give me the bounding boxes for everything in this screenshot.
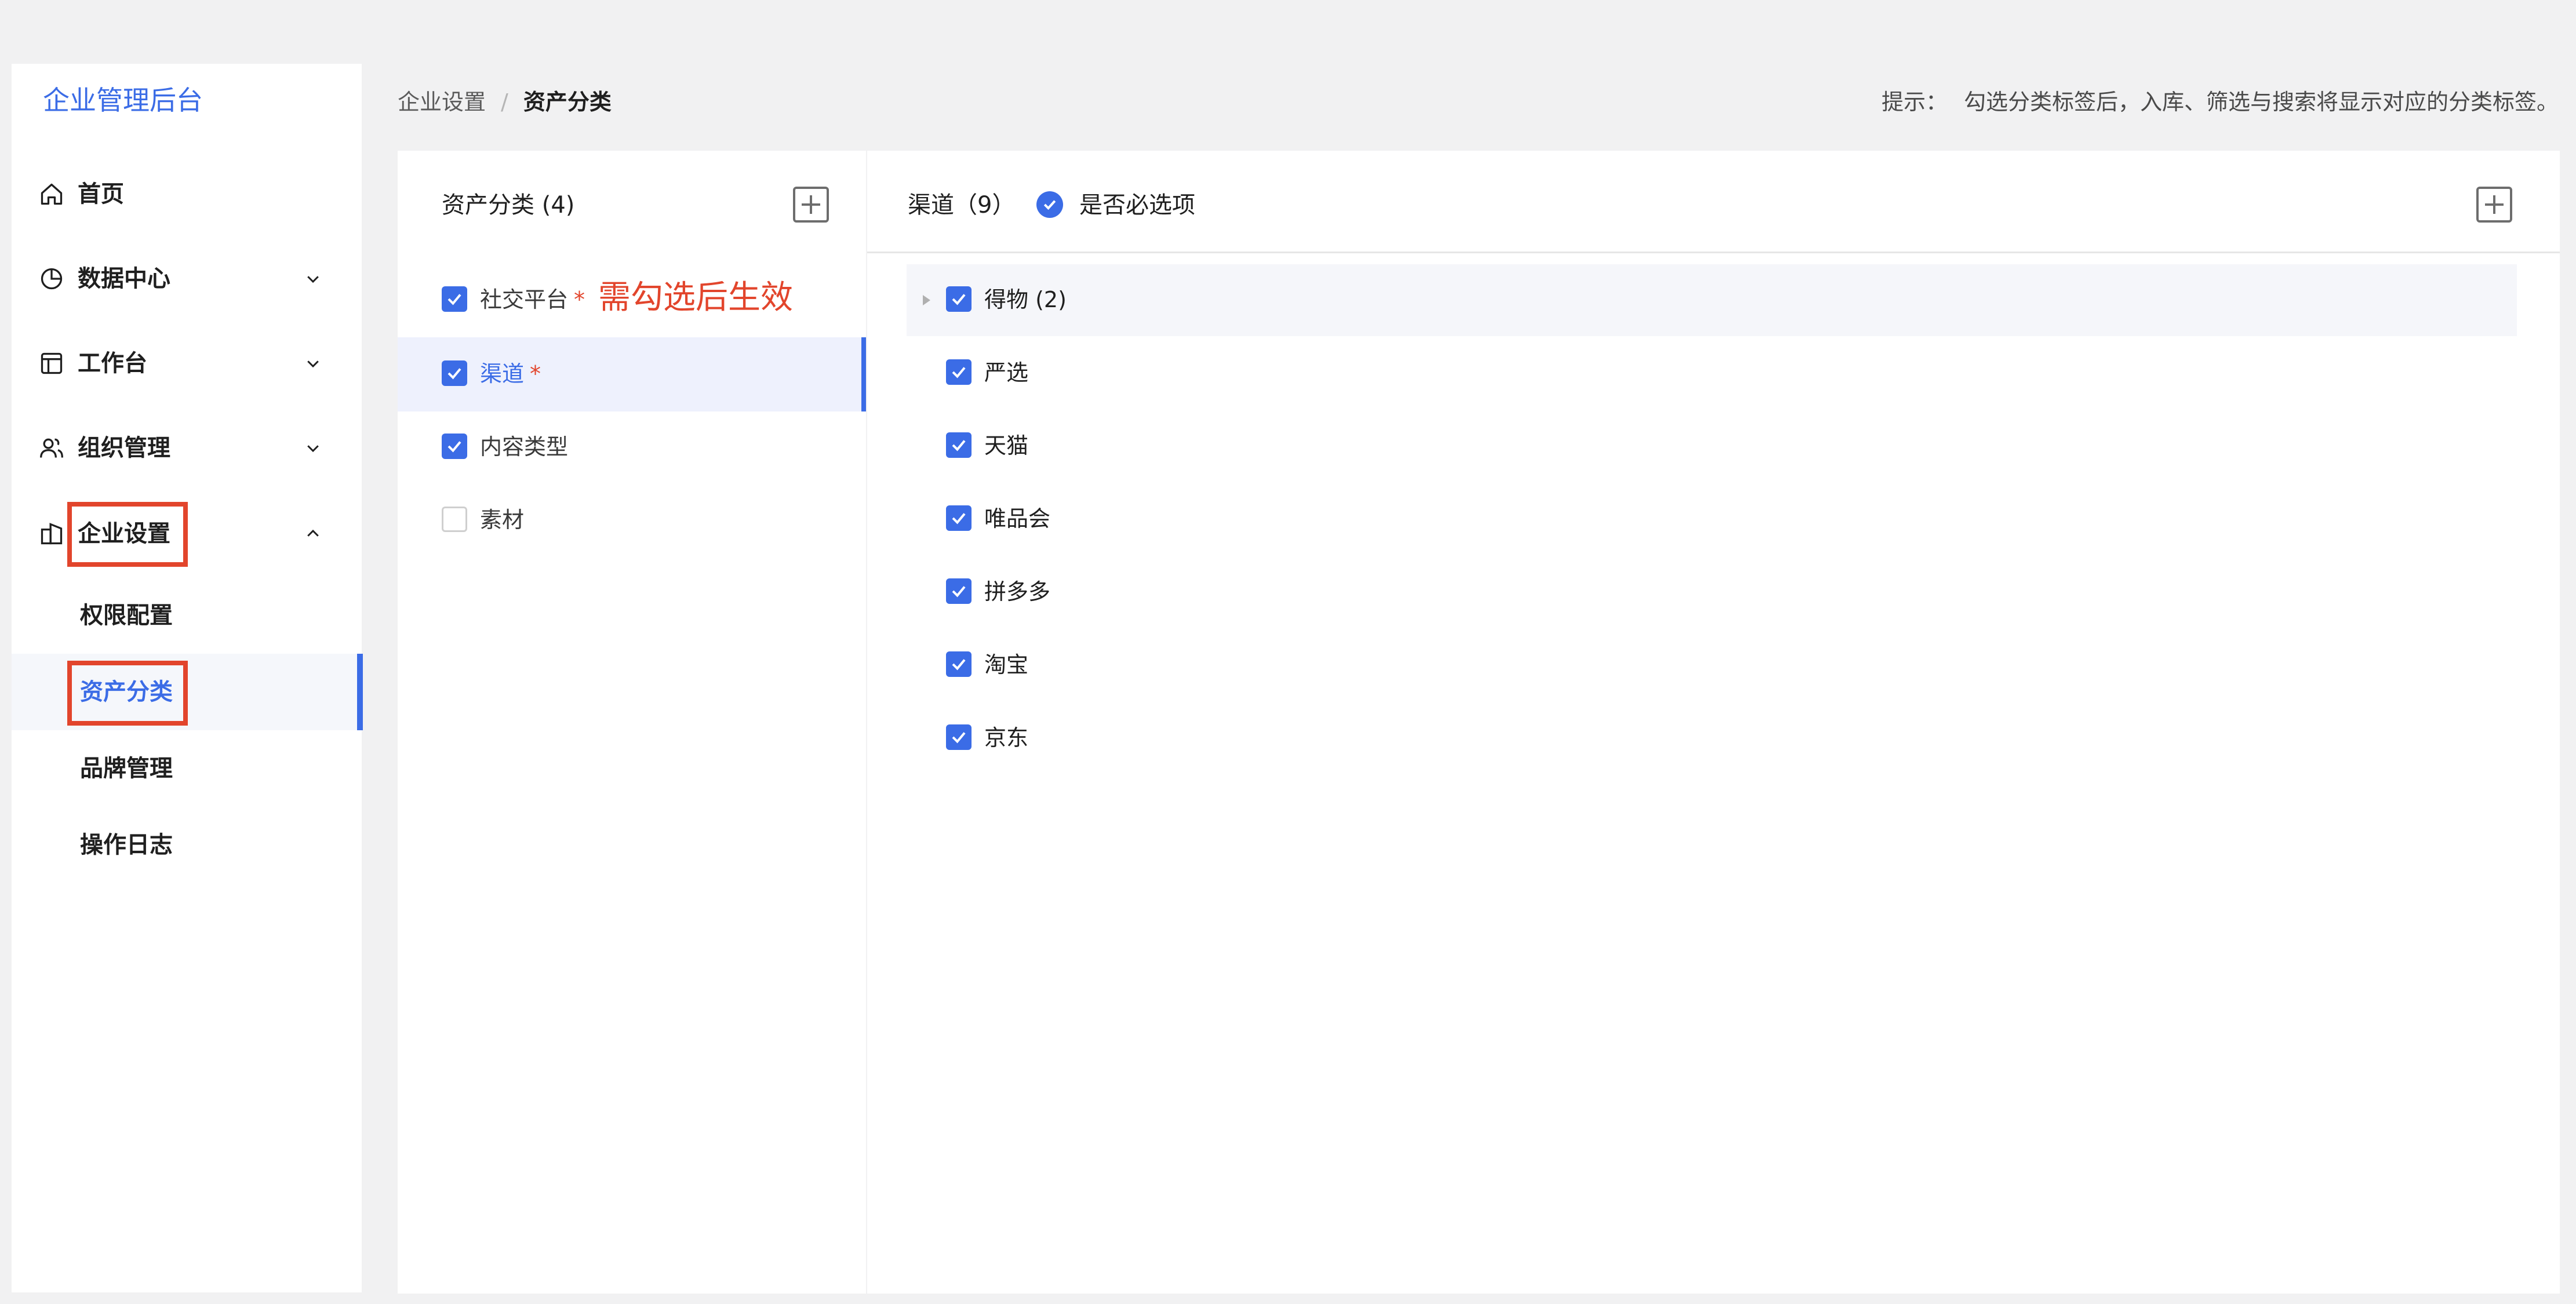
chevron-down-icon[interactable] [301,267,325,290]
sub-item-brand-management[interactable]: 品牌管理 [12,730,362,807]
channel-label-jd[interactable]: 京东 [984,727,1028,749]
sidebar: 企业管理后台 首页 数据中心 工作台 组织管理 企业设置 权限配置 资产分类 品… [12,64,363,1292]
breadcrumb-item-asset-category: 资产分类 [523,89,612,115]
required-toggle-label[interactable]: 是否必选项 [1079,194,1195,217]
category-name-social: 社交平台 [480,287,569,312]
category-name-channel: 渠道 [480,361,525,387]
nav-label-organization: 组织管理 [78,435,170,461]
channel-label-taobao[interactable]: 淘宝 [984,654,1028,676]
category-label-social[interactable]: 社交平台 * [480,289,585,311]
category-label-channel[interactable]: 渠道 * [480,363,541,385]
nav-item-home[interactable]: 首页 [12,162,362,226]
brand-title: 企业管理后台 [43,85,203,116]
nav-label-home: 首页 [78,181,124,207]
category-label-content-type[interactable]: 内容类型 [480,436,568,458]
workbench-icon [37,349,66,378]
hint-text: 提示： 勾选分类标签后，入库、筛选与搜索将显示对应的分类标签。 [1882,91,2559,113]
tree-row-dewu[interactable] [907,264,2517,336]
sub-item-permissions[interactable]: 权限配置 [12,577,362,654]
chevron-down-icon[interactable] [301,436,325,460]
required-toggle-check-icon[interactable] [1036,191,1063,218]
channel-checkbox-pinduoduo[interactable] [946,578,972,604]
sub-item-operation-log[interactable]: 操作日志 [12,807,362,883]
sub-label-permissions: 权限配置 [80,602,173,629]
annotation-note: 需勾选后生效 [598,279,793,316]
nav-item-data-center[interactable]: 数据中心 [12,247,362,311]
hint-message: 勾选分类标签后，入库、筛选与搜索将显示对应的分类标签。 [1963,89,2559,115]
channel-checkbox-tmall[interactable] [946,432,972,458]
nav-item-organization[interactable]: 组织管理 [12,416,362,480]
panel-divider [867,252,2560,253]
channel-panel: 渠道（9） 是否必选项 得物 (2) 严选 天猫 唯品会 拼多多 淘宝 京东 [867,151,2560,1294]
breadcrumb: 企业设置 / 资产分类 [398,91,612,113]
required-marker: * [574,287,585,312]
home-icon [37,180,66,209]
channel-label-vipshop[interactable]: 唯品会 [984,508,1050,530]
category-checkbox-channel[interactable] [442,360,467,386]
category-label-material[interactable]: 素材 [480,509,524,531]
breadcrumb-separator: / [501,89,508,115]
category-checkbox-social[interactable] [442,286,467,312]
add-category-button[interactable] [793,187,829,223]
channel-title: 渠道（9） [908,192,1016,218]
category-checkbox-material[interactable] [442,507,467,532]
category-row-channel-active[interactable] [398,337,866,411]
pie-chart-icon [37,264,66,293]
add-channel-button[interactable] [2476,187,2512,223]
sub-label-brand-management: 品牌管理 [80,755,173,782]
channel-checkbox-taobao[interactable] [946,651,972,677]
active-row-indicator [861,337,866,411]
required-marker: * [530,361,541,387]
sub-label-operation-log: 操作日志 [80,832,173,858]
channel-checkbox-vipshop[interactable] [946,505,972,531]
nav-label-workbench: 工作台 [78,350,147,377]
nav-item-workbench[interactable]: 工作台 [12,332,362,395]
nav-label-data-center: 数据中心 [78,265,170,292]
highlight-box-enterprise-settings [67,502,188,567]
asset-category-title: 资产分类 (4) [442,192,575,218]
building-icon [37,519,66,548]
category-checkbox-content-type[interactable] [442,434,467,459]
channel-label-yanxuan[interactable]: 严选 [984,362,1028,384]
hint-label: 提示： [1881,89,1948,115]
active-indicator [357,654,363,730]
asset-category-panel: 资产分类 (4) 社交平台 * 需勾选后生效 渠道 * 内容类型 素材 [398,151,866,1294]
channel-checkbox-yanxuan[interactable] [946,359,972,385]
chevron-up-icon[interactable] [301,522,325,545]
highlight-box-asset-category [67,661,188,726]
chevron-down-icon[interactable] [301,352,325,375]
channel-checkbox-jd[interactable] [946,724,972,750]
breadcrumb-item-enterprise-settings[interactable]: 企业设置 [398,91,486,113]
channel-label-pinduoduo[interactable]: 拼多多 [984,581,1050,603]
channel-label-tmall[interactable]: 天猫 [984,435,1028,457]
users-icon [37,434,66,462]
channel-checkbox-dewu[interactable] [946,286,972,312]
channel-label-dewu[interactable]: 得物 (2) [984,289,1067,311]
expand-caret-icon[interactable] [923,295,930,305]
